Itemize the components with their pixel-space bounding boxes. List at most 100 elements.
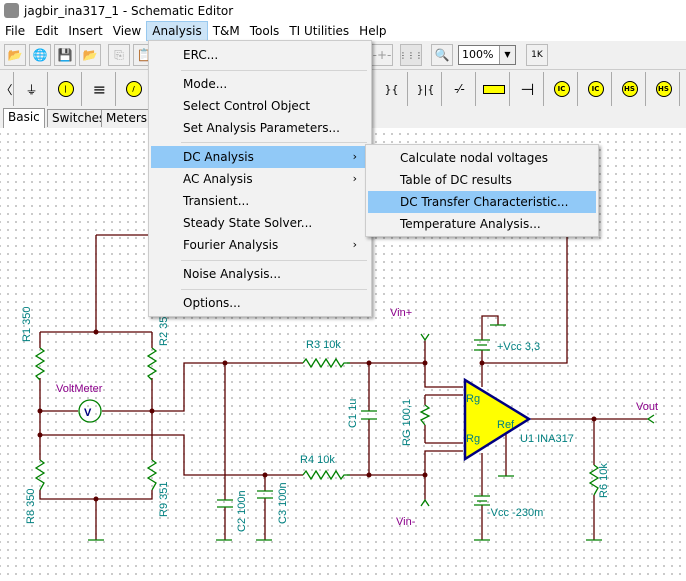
label-vin-minus: Vin- (396, 516, 416, 528)
resistor-r1 (34, 347, 46, 381)
label-c1: C1 1u (347, 399, 359, 428)
menu-view[interactable]: View (108, 21, 146, 41)
label-u1: U1 INA317 (520, 433, 574, 445)
transformer-icon[interactable]: }{ (376, 72, 408, 106)
chevron-right-icon: › (352, 150, 357, 163)
resistor-r8 (34, 459, 46, 491)
resistor-r3 (302, 357, 350, 369)
menu-analysis[interactable]: Analysis (146, 21, 208, 41)
chevron-down-icon[interactable]: ▼ (499, 46, 515, 64)
open-file-icon[interactable]: 📂 (79, 44, 101, 66)
label-vcc-plus: +Vcc 3,3 (497, 341, 540, 353)
terminal-vin-plus (420, 333, 430, 342)
chevron-right-icon: › (352, 172, 357, 185)
menu-item-mode[interactable]: Mode... (151, 73, 369, 95)
capacitor-plate-icon[interactable]: ⊣ (512, 72, 544, 106)
resistor-rg (419, 404, 431, 426)
label-r9: R9 351 (158, 482, 170, 517)
menu-item-erc[interactable]: ERC... (151, 44, 369, 66)
title-bar: jagbir_ina317_1 - Schematic Editor (0, 0, 686, 21)
label-vout: Vout (636, 401, 658, 413)
terminal-vin-minus (420, 498, 430, 507)
zoom-select[interactable]: 100% ▼ (458, 45, 516, 65)
tab-meters[interactable]: Meters (101, 109, 153, 127)
zoom-in-icon[interactable]: 🔍 (431, 44, 453, 66)
menu-tm[interactable]: T&M (208, 21, 245, 41)
menu-tools[interactable]: Tools (245, 21, 285, 41)
globe-search-icon[interactable]: 🌐 (29, 44, 51, 66)
label-c3: C3 100n (277, 482, 289, 524)
resistor-value-icon[interactable]: 1K (526, 44, 548, 66)
chevron-right-icon: › (352, 238, 357, 251)
menu-bar: File Edit Insert View Analysis T&M Tools… (0, 21, 686, 41)
pin-ref: Ref (497, 419, 515, 431)
switch-icon[interactable]: -⁄- (444, 72, 476, 106)
menu-item-set-analysis-parameters[interactable]: Set Analysis Parameters... (151, 117, 369, 139)
menu-edit[interactable]: Edit (30, 21, 63, 41)
menu-item-temperature-analysis[interactable]: Temperature Analysis... (368, 213, 596, 235)
menu-item-transient[interactable]: Transient... (151, 190, 369, 212)
ground-icon[interactable]: ⏚ (16, 72, 48, 106)
source-hs-plus-icon[interactable]: HS (648, 72, 680, 106)
menu-item-fourier-analysis[interactable]: Fourier Analysis › (151, 234, 369, 256)
label-voltmeter: VoltMeter (56, 383, 103, 395)
grid-icon[interactable]: ⋮⋮⋮ (399, 44, 423, 66)
voltmeter-symbol: V (84, 407, 92, 419)
label-r8: R8 350 (25, 489, 37, 524)
copy-icon[interactable]: ⎘ (108, 44, 130, 66)
scroll-left-icon[interactable]: 〈 (0, 72, 14, 106)
battery-icon[interactable]: ≡ (84, 72, 116, 106)
label-r3: R3 10k (306, 339, 341, 351)
menu-ti-utilities[interactable]: TI Utilities (284, 21, 354, 41)
menu-item-select-control-object[interactable]: Select Control Object (151, 95, 369, 117)
menu-item-options[interactable]: Options... (151, 292, 369, 314)
app-icon (4, 3, 19, 18)
capacitor-c1 (361, 410, 377, 420)
pin-rg-top: Rg (466, 393, 480, 405)
potentiometer-icon[interactable] (478, 72, 510, 106)
dc-analysis-submenu: Calculate nodal voltages Table of DC res… (365, 144, 599, 237)
current-source-ic-icon[interactable]: IC (546, 72, 578, 106)
menu-item-dc-transfer-characteristic[interactable]: DC Transfer Characteristic... (368, 191, 596, 213)
function-generator-icon[interactable]: / (118, 72, 150, 106)
label-r4: R4 10k (300, 454, 335, 466)
terminal-vout (646, 414, 655, 424)
analysis-menu: ERC... Mode... Select Control Object Set… (148, 40, 372, 317)
label-rg: RG 100,1 (401, 399, 413, 446)
resistor-r4 (302, 469, 350, 481)
menu-item-calculate-nodal-voltages[interactable]: Calculate nodal voltages (368, 147, 596, 169)
menu-item-dc-analysis[interactable]: DC Analysis › (151, 146, 369, 168)
tab-basic[interactable]: Basic (3, 108, 45, 128)
battery-vcc-minus (474, 495, 490, 506)
window-title: jagbir_ina317_1 - Schematic Editor (24, 3, 234, 18)
label-vin-plus: Vin+ (390, 307, 412, 319)
voltage-source-icon[interactable]: | (50, 72, 82, 106)
menu-help[interactable]: Help (354, 21, 391, 41)
label-r1: R1 350 (21, 307, 33, 342)
open-folder-icon[interactable]: 📂 (4, 44, 26, 66)
menu-file[interactable]: File (0, 21, 30, 41)
source-hs-icon[interactable]: HS (614, 72, 646, 106)
menu-separator (181, 289, 367, 290)
menu-separator (181, 260, 367, 261)
battery-vcc-plus (474, 339, 490, 351)
menu-item-ac-analysis[interactable]: AC Analysis › (151, 168, 369, 190)
menu-item-noise-analysis[interactable]: Noise Analysis... (151, 263, 369, 285)
label-c2: C2 100n (236, 490, 248, 532)
label-vcc-minus: -Vcc -230m (487, 507, 543, 519)
transformer-core-icon[interactable]: }|{ (410, 72, 442, 106)
menu-item-table-of-dc-results[interactable]: Table of DC results (368, 169, 596, 191)
pin-rg-bottom: Rg (466, 433, 480, 445)
capacitor-c3 (257, 490, 273, 499)
save-icon[interactable]: 💾 (54, 44, 76, 66)
menu-insert[interactable]: Insert (63, 21, 107, 41)
resistor-r6 (588, 464, 600, 496)
menu-separator (181, 142, 367, 143)
resistor-r9 (146, 459, 158, 491)
label-r6: R6 10k (598, 463, 610, 498)
resistor-r2 (146, 347, 158, 381)
capacitor-c2 (217, 499, 233, 508)
current-source-ic-plus-icon[interactable]: IC (580, 72, 612, 106)
wire-icon[interactable]: -+- (371, 44, 393, 66)
menu-item-steady-state-solver[interactable]: Steady State Solver... (151, 212, 369, 234)
